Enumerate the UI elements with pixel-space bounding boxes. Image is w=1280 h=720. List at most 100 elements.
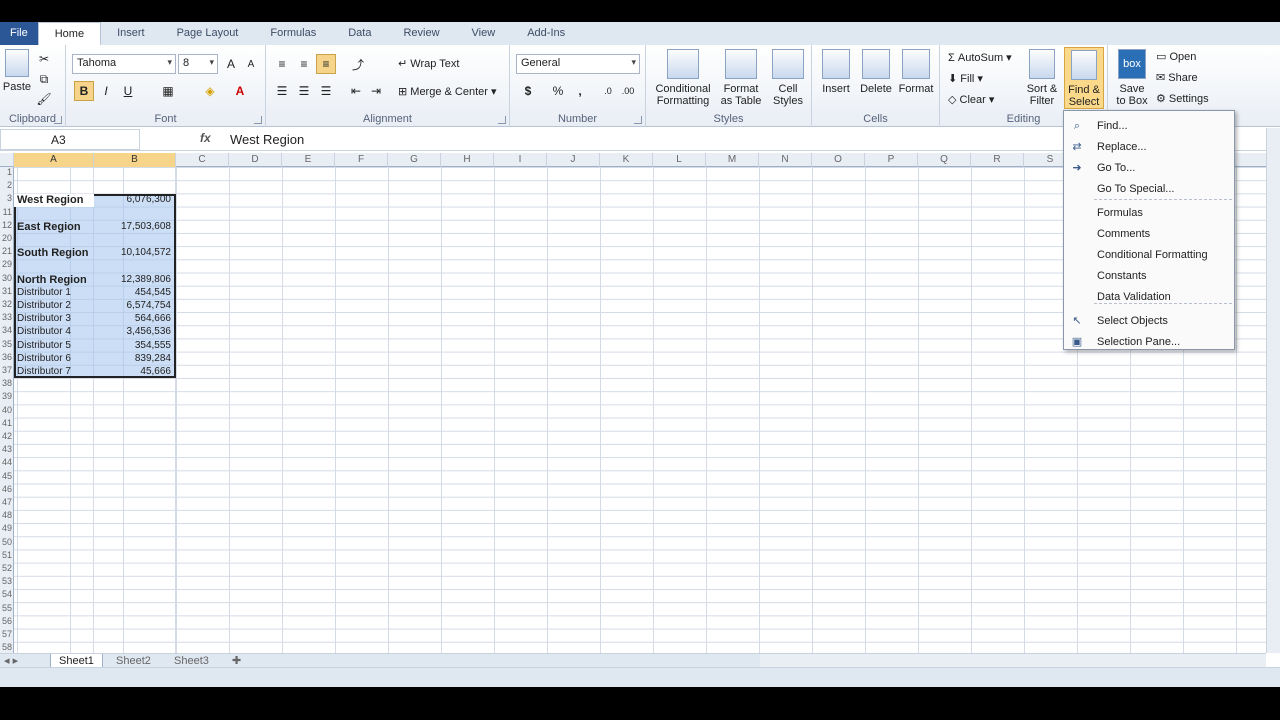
- row-number[interactable]: 47: [0, 497, 14, 507]
- row-number[interactable]: 43: [0, 444, 14, 454]
- font-color-icon[interactable]: A: [230, 81, 250, 101]
- wrap-text-button[interactable]: ↵ Wrap Text: [398, 57, 459, 70]
- cell-styles-button[interactable]: Cell Styles: [768, 49, 808, 107]
- format-painter-icon[interactable]: 🖌: [34, 89, 54, 109]
- increase-indent-icon[interactable]: ⇥: [366, 81, 386, 101]
- number-format-combo[interactable]: General: [516, 54, 640, 74]
- row-number[interactable]: 49: [0, 523, 14, 533]
- menu-item[interactable]: ▣ Selection Pane...: [1064, 332, 1234, 352]
- cell-b[interactable]: 839,284: [95, 353, 171, 364]
- cell-a[interactable]: Distributor 6: [17, 353, 71, 364]
- column-header[interactable]: A: [14, 153, 94, 167]
- increase-decimal-icon[interactable]: .0: [598, 81, 618, 101]
- menu-item[interactable]: Formulas: [1064, 203, 1234, 223]
- row-number[interactable]: 3: [0, 193, 14, 203]
- settings-button[interactable]: ⚙ Settings: [1156, 92, 1209, 105]
- tab-review[interactable]: Review: [387, 22, 455, 45]
- row-number[interactable]: 58: [0, 642, 14, 652]
- font-name-combo[interactable]: Tahoma: [72, 54, 176, 74]
- cell-b[interactable]: 10,104,572: [95, 247, 171, 258]
- row-number[interactable]: 11: [0, 207, 14, 217]
- insert-button[interactable]: Insert: [816, 49, 856, 95]
- vertical-scrollbar[interactable]: [1266, 128, 1280, 653]
- row-number[interactable]: 53: [0, 576, 14, 586]
- column-header[interactable]: C: [176, 153, 229, 167]
- row-number[interactable]: 41: [0, 418, 14, 428]
- clipboard-launcher[interactable]: [54, 116, 62, 124]
- align-middle-icon[interactable]: ≡: [294, 54, 314, 74]
- column-header[interactable]: E: [282, 153, 335, 167]
- column-header[interactable]: L: [653, 153, 706, 167]
- column-header[interactable]: R: [971, 153, 1024, 167]
- menu-item[interactable]: ⇄ Replace...: [1064, 137, 1234, 157]
- row-number[interactable]: 56: [0, 616, 14, 626]
- italic-button[interactable]: I: [96, 81, 116, 101]
- row-number[interactable]: 32: [0, 299, 14, 309]
- row-number[interactable]: 51: [0, 550, 14, 560]
- menu-item[interactable]: Go To Special...: [1064, 179, 1234, 199]
- column-header[interactable]: B: [94, 153, 176, 167]
- row-number[interactable]: 12: [0, 220, 14, 230]
- font-launcher[interactable]: [254, 116, 262, 124]
- align-center-icon[interactable]: ☰: [294, 81, 314, 101]
- cell-a[interactable]: East Region: [17, 221, 81, 233]
- conditional-formatting-button[interactable]: Conditional Formatting: [652, 49, 714, 107]
- menu-item[interactable]: Conditional Formatting: [1064, 245, 1234, 265]
- comma-button[interactable]: ,: [570, 81, 590, 101]
- share-button[interactable]: ✉ Share: [1156, 71, 1198, 84]
- grow-font-icon[interactable]: A: [221, 54, 241, 74]
- insert-sheet-icon[interactable]: ✚: [224, 654, 249, 668]
- menu-item[interactable]: Comments: [1064, 224, 1234, 244]
- find-select-button[interactable]: Find & Select: [1064, 47, 1104, 109]
- column-header[interactable]: Q: [918, 153, 971, 167]
- sheet-tab-1[interactable]: Sheet1: [50, 654, 103, 668]
- row-number[interactable]: 37: [0, 365, 14, 375]
- column-header[interactable]: G: [388, 153, 441, 167]
- row-number[interactable]: 30: [0, 273, 14, 283]
- row-number[interactable]: 52: [0, 563, 14, 573]
- row-number[interactable]: 36: [0, 352, 14, 362]
- row-number[interactable]: 33: [0, 312, 14, 322]
- name-box[interactable]: A3: [0, 129, 140, 150]
- bold-button[interactable]: B: [74, 81, 94, 101]
- row-number[interactable]: 2: [0, 180, 14, 190]
- delete-button[interactable]: Delete: [856, 49, 896, 95]
- cell-a[interactable]: Distributor 2: [17, 300, 71, 311]
- row-number[interactable]: 35: [0, 339, 14, 349]
- cell-b[interactable]: 12,389,806: [95, 274, 171, 285]
- save-to-box-button[interactable]: box Save to Box: [1114, 49, 1150, 107]
- column-header[interactable]: N: [759, 153, 812, 167]
- align-bottom-icon[interactable]: ≡: [316, 54, 336, 74]
- cell-a[interactable]: Distributor 5: [17, 340, 71, 351]
- row-number[interactable]: 31: [0, 286, 14, 296]
- row-number[interactable]: 21: [0, 246, 14, 256]
- row-number[interactable]: 57: [0, 629, 14, 639]
- cell-a[interactable]: Distributor 1: [17, 287, 71, 298]
- paste-button[interactable]: Paste: [2, 49, 32, 93]
- column-header[interactable]: I: [494, 153, 547, 167]
- cut-icon[interactable]: ✂: [34, 49, 54, 69]
- row-number[interactable]: 29: [0, 259, 14, 269]
- column-header[interactable]: H: [441, 153, 494, 167]
- align-right-icon[interactable]: ☰: [316, 81, 336, 101]
- align-top-icon[interactable]: ≡: [272, 54, 292, 74]
- menu-item[interactable]: Data Validation: [1064, 287, 1234, 307]
- copy-icon[interactable]: ⧉: [34, 69, 54, 89]
- cell-b[interactable]: 454,545: [95, 287, 171, 298]
- row-number[interactable]: 45: [0, 471, 14, 481]
- column-header[interactable]: D: [229, 153, 282, 167]
- alignment-launcher[interactable]: [498, 116, 506, 124]
- orientation-icon[interactable]: ⤴: [348, 54, 368, 74]
- percent-button[interactable]: %: [548, 81, 568, 101]
- row-number[interactable]: 38: [0, 378, 14, 388]
- tab-formulas[interactable]: Formulas: [254, 22, 332, 45]
- column-header[interactable]: F: [335, 153, 388, 167]
- format-as-table-button[interactable]: Format as Table: [716, 49, 766, 107]
- cell-b[interactable]: 45,666: [95, 366, 171, 377]
- column-header[interactable]: K: [600, 153, 653, 167]
- merge-center-button[interactable]: ⊞ Merge & Center ▾: [398, 85, 497, 98]
- cell-b[interactable]: 3,456,536: [95, 326, 172, 337]
- cell-a[interactable]: South Region: [17, 247, 89, 259]
- cell-b[interactable]: 6,076,300: [95, 194, 172, 205]
- open-button[interactable]: ▭ Open: [1156, 50, 1196, 63]
